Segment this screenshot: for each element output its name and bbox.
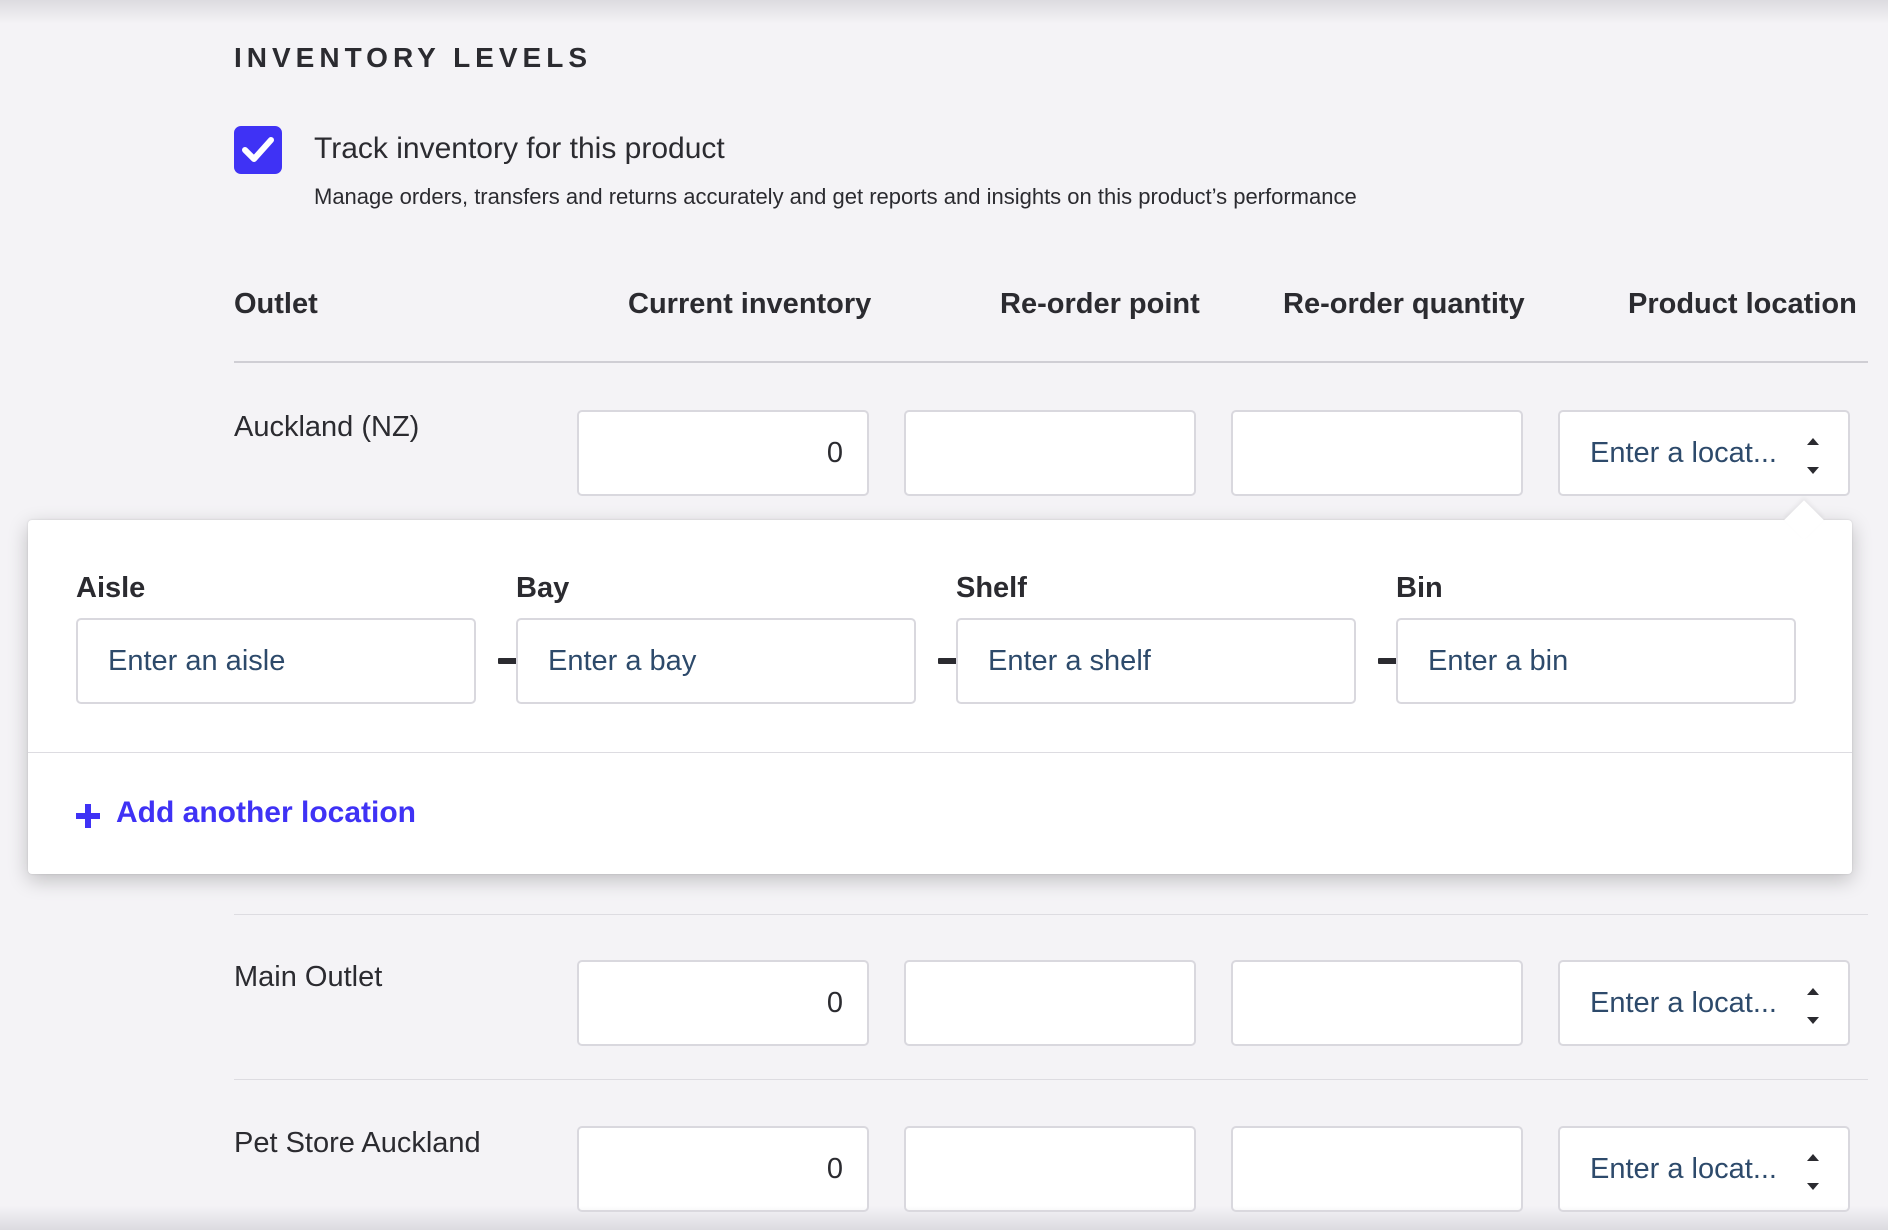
sort-arrows-icon (1807, 988, 1819, 1024)
reorder-point-input[interactable] (904, 410, 1196, 496)
bay-label: Bay (516, 572, 570, 604)
reorder-quantity-input[interactable] (1231, 960, 1523, 1046)
reorder-quantity-input[interactable] (1231, 410, 1523, 496)
product-location-select[interactable]: Enter a locat... (1558, 960, 1850, 1046)
product-location-placeholder: Enter a locat... (1590, 1153, 1777, 1185)
section-title: INVENTORY LEVELS (234, 42, 592, 73)
header-outlet: Outlet (234, 288, 318, 320)
shelf-label: Shelf (956, 572, 1027, 604)
popover-divider (28, 752, 1852, 753)
add-another-location-label: Add another location (116, 796, 416, 829)
bay-input[interactable] (516, 618, 916, 704)
sort-arrows-icon (1807, 1154, 1819, 1190)
track-inventory-help: Manage orders, transfers and returns acc… (314, 184, 1357, 209)
row-divider (234, 1079, 1868, 1080)
location-popover: Aisle Bay Shelf Bin Add another location (28, 500, 1852, 874)
header-product-location: Product location (1628, 288, 1857, 320)
popover-caret (1784, 500, 1824, 540)
header-divider (234, 361, 1868, 363)
plus-icon (76, 804, 100, 828)
current-inventory-input[interactable] (577, 960, 869, 1046)
top-shade (0, 0, 1888, 24)
track-inventory-label: Track inventory for this product (314, 132, 725, 165)
header-reorder-point: Re-order point (1000, 288, 1200, 320)
outlet-name: Pet Store Auckland (234, 1127, 481, 1159)
current-inventory-input[interactable] (577, 410, 869, 496)
reorder-point-input[interactable] (904, 960, 1196, 1046)
product-location-placeholder: Enter a locat... (1590, 437, 1777, 469)
checkmark-icon (242, 137, 274, 162)
product-location-placeholder: Enter a locat... (1590, 987, 1777, 1019)
row-divider (234, 914, 1868, 915)
reorder-quantity-input[interactable] (1231, 1126, 1523, 1212)
sort-arrows-icon (1807, 438, 1819, 474)
reorder-point-input[interactable] (904, 1126, 1196, 1212)
outlet-name: Auckland (NZ) (234, 411, 420, 443)
bin-input[interactable] (1396, 618, 1796, 704)
track-inventory-row: Track inventory for this product Manage … (234, 126, 1634, 226)
current-inventory-input[interactable] (577, 1126, 869, 1212)
aisle-label: Aisle (76, 572, 146, 604)
aisle-input[interactable] (76, 618, 476, 704)
bin-label: Bin (1396, 572, 1443, 604)
shelf-input[interactable] (956, 618, 1356, 704)
header-reorder-quantity: Re-order quantity (1283, 288, 1525, 320)
outlet-name: Main Outlet (234, 961, 383, 993)
track-inventory-checkbox[interactable] (234, 126, 282, 174)
bottom-shade (0, 1206, 1888, 1230)
header-current-inventory: Current inventory (628, 288, 872, 320)
product-location-select[interactable]: Enter a locat... (1558, 1126, 1850, 1212)
product-location-select[interactable]: Enter a locat... (1558, 410, 1850, 496)
